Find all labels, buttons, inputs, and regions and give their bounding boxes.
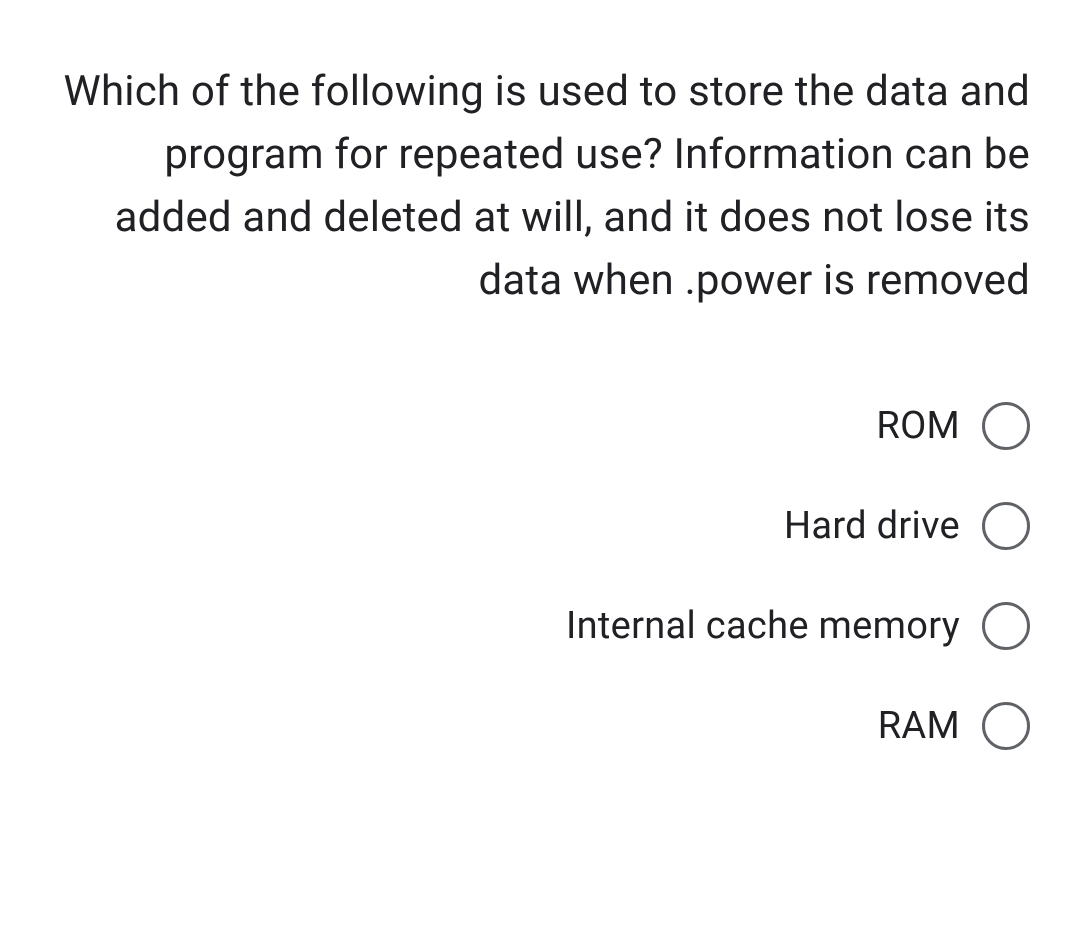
option-label: RAM xyxy=(878,704,960,748)
option-rom[interactable]: ROM xyxy=(876,402,1030,450)
option-hard-drive[interactable]: Hard drive xyxy=(784,502,1030,550)
radio-unchecked-icon xyxy=(982,702,1030,750)
radio-unchecked-icon xyxy=(982,602,1030,650)
option-label: Hard drive xyxy=(784,504,960,548)
question-text: Which of the following is used to store … xyxy=(50,60,1030,312)
radio-unchecked-icon xyxy=(982,502,1030,550)
option-internal-cache-memory[interactable]: Internal cache memory xyxy=(566,602,1030,650)
options-list: ROM Hard drive Internal cache memory RAM xyxy=(50,402,1030,750)
option-ram[interactable]: RAM xyxy=(878,702,1030,750)
radio-unchecked-icon xyxy=(982,402,1030,450)
option-label: Internal cache memory xyxy=(566,604,960,648)
option-label: ROM xyxy=(876,404,960,448)
